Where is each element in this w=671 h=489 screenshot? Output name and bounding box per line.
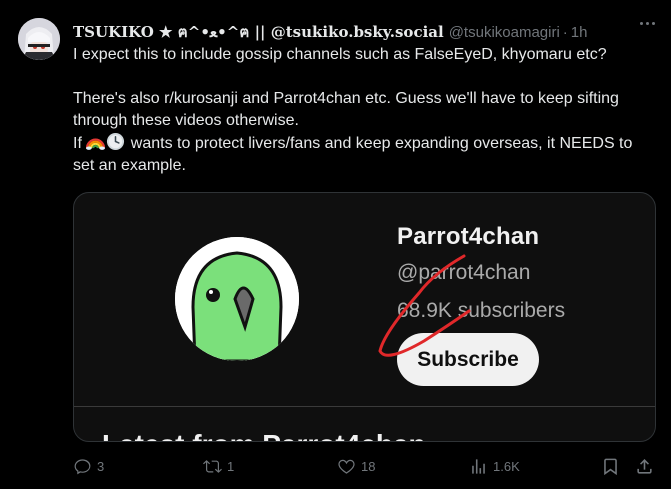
views-icon bbox=[472, 458, 485, 474]
views-button[interactable]: 1.6K bbox=[469, 455, 520, 477]
tweet-line-2: There's also r/kurosanji and Parrot4chan… bbox=[73, 90, 619, 129]
channel-handle: @parrot4chan bbox=[397, 261, 531, 284]
tweet-line-1: I expect this to include gossip channels… bbox=[73, 46, 607, 63]
parrot-icon bbox=[175, 237, 299, 361]
media-divider bbox=[74, 406, 655, 407]
tweet-header: TSUKIKO ★ ฅ^•ﻌ•^ฅ || @tsukiko.bsky.socia… bbox=[73, 20, 587, 42]
repost-icon bbox=[203, 459, 222, 473]
view-count: 1.6K bbox=[493, 458, 520, 474]
repost-count: 1 bbox=[227, 458, 235, 474]
repost-button[interactable]: 1 bbox=[203, 455, 234, 477]
timestamp[interactable]: 1h bbox=[571, 24, 588, 41]
bookmark-button[interactable] bbox=[601, 455, 620, 477]
user-avatar[interactable] bbox=[18, 18, 60, 60]
tweet-text: I expect this to include gossip channels… bbox=[73, 44, 658, 177]
channel-avatar bbox=[175, 237, 299, 361]
separator: · bbox=[562, 24, 568, 41]
red-ink-annotation bbox=[378, 254, 471, 357]
user-handle[interactable]: @tsukikoamagiri bbox=[449, 24, 560, 41]
media-peek-text: Latest from Parrot4chan bbox=[102, 429, 426, 441]
tweet-line-3: If wants to protect livers/fans and keep… bbox=[73, 132, 658, 177]
reply-icon bbox=[74, 458, 91, 474]
tweet: TSUKIKO ★ ฅ^•ﻌ•^ฅ || @tsukiko.bsky.socia… bbox=[0, 0, 671, 489]
subscribe-button[interactable]: Subscribe bbox=[397, 333, 539, 386]
share-button[interactable] bbox=[635, 455, 654, 477]
media-card[interactable]: Parrot4chan @parrot4chan 68.9K subscribe… bbox=[73, 192, 656, 442]
clock-icon bbox=[107, 132, 125, 151]
reply-button[interactable]: 3 bbox=[73, 455, 104, 477]
rainbow-icon bbox=[86, 138, 106, 150]
like-count: 18 bbox=[361, 458, 376, 474]
share-icon bbox=[637, 458, 652, 474]
subscriber-count: 68.9K subscribers bbox=[397, 299, 566, 322]
channel-name: Parrot4chan bbox=[397, 223, 540, 250]
reply-count: 3 bbox=[97, 458, 105, 474]
like-button[interactable]: 18 bbox=[337, 455, 375, 477]
action-bar: 3 1 18 1.6K bbox=[73, 455, 658, 477]
display-name[interactable]: TSUKIKO ★ ฅ^•ﻌ•^ฅ || @tsukiko.bsky.socia… bbox=[73, 20, 444, 44]
heart-icon bbox=[338, 459, 355, 474]
tweet-line-3-suffix: wants to protect livers/fans and keep ex… bbox=[73, 135, 633, 174]
tweet-line-3-prefix: If bbox=[73, 135, 82, 152]
bookmark-icon bbox=[604, 458, 617, 475]
more-options-icon[interactable] bbox=[640, 22, 655, 25]
